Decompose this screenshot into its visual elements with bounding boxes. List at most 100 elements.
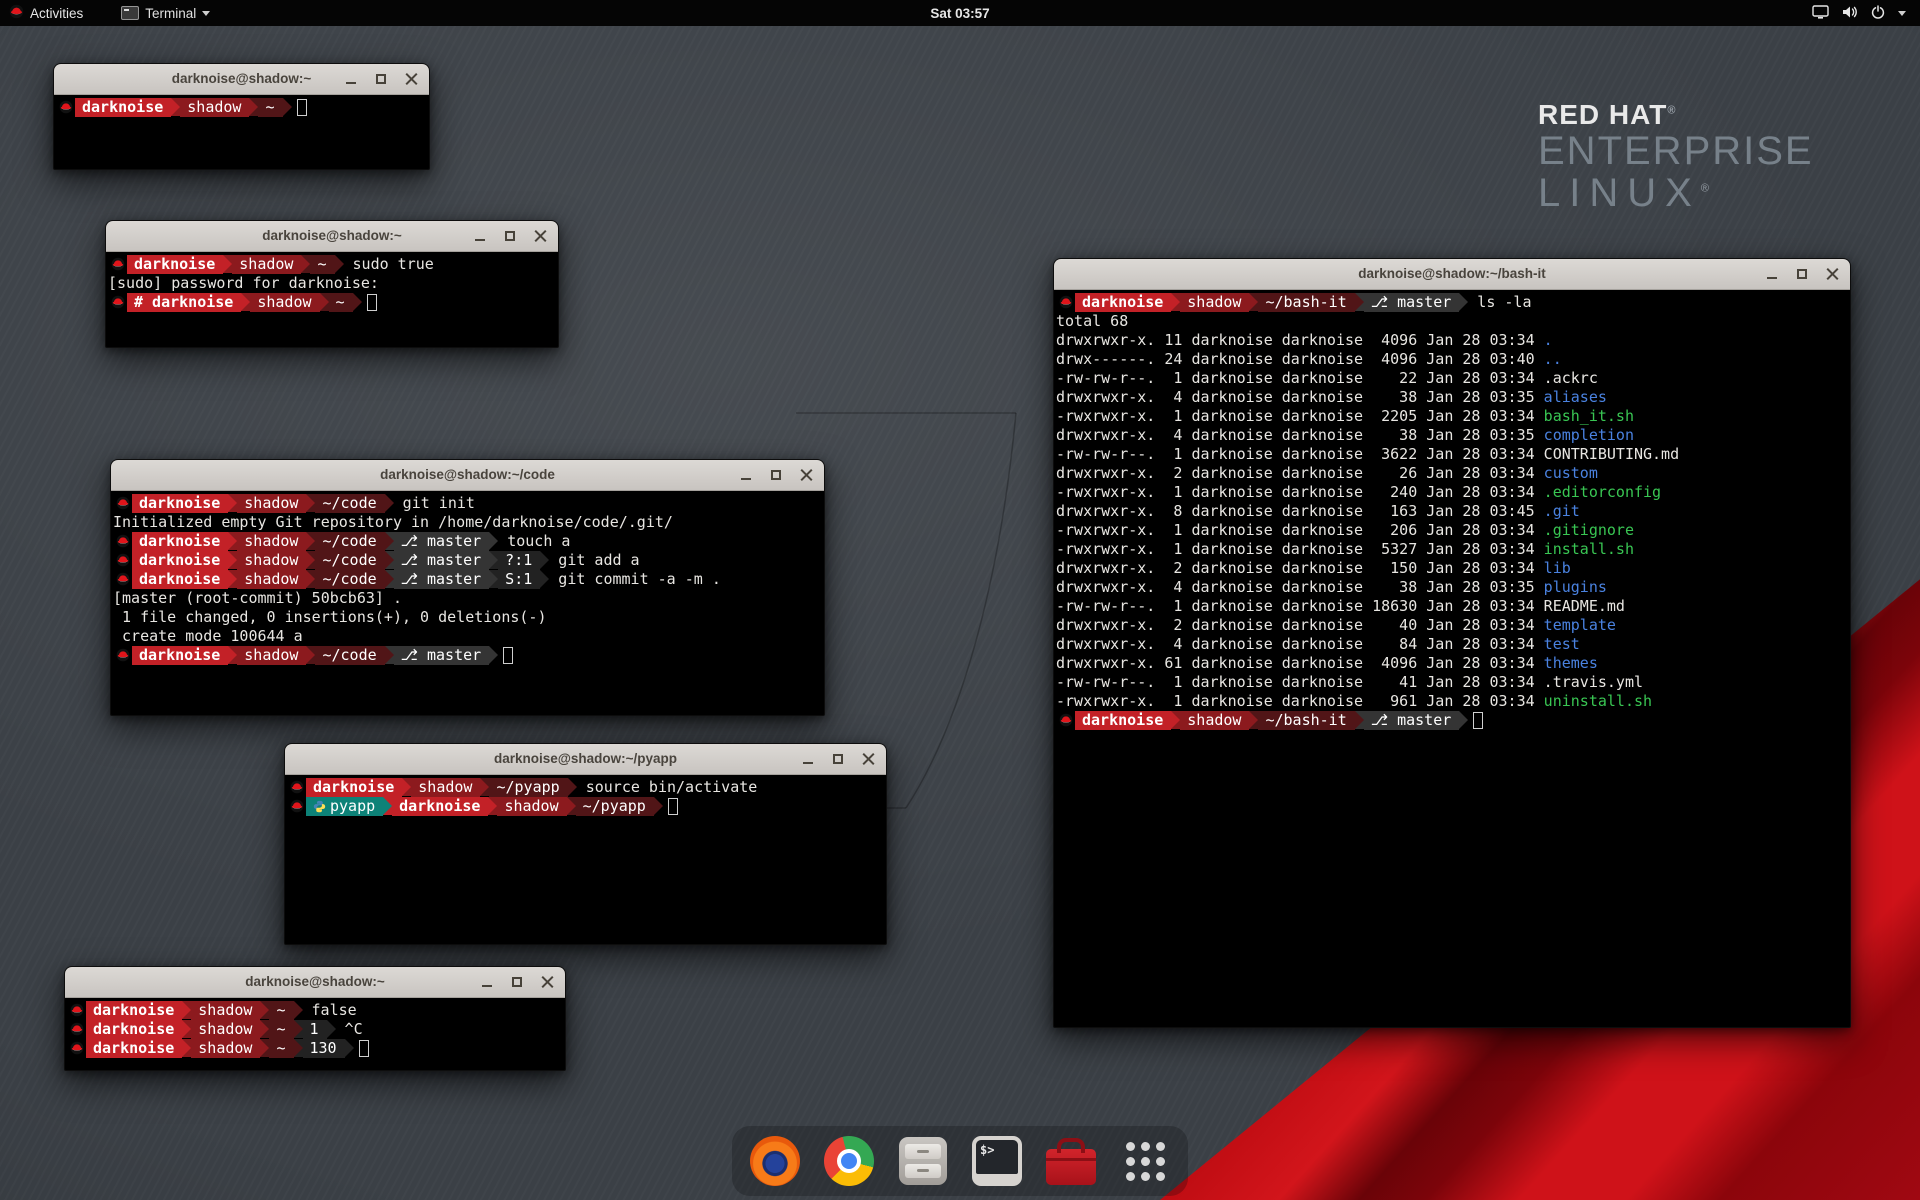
close-button[interactable] — [405, 73, 417, 85]
prompt-segment-host: shadow — [191, 1020, 260, 1039]
app-grid-icon — [1126, 1142, 1165, 1181]
close-button[interactable] — [800, 469, 812, 481]
output-text: -rwxrwxr-x. 1 darknoise darknoise 5327 J… — [1056, 540, 1544, 558]
system-menu[interactable] — [1798, 0, 1920, 26]
maximize-button[interactable] — [770, 469, 782, 481]
powerline-arrow-icon — [283, 98, 292, 116]
fedora-prompt-icon — [113, 570, 132, 589]
maximize-button[interactable] — [375, 73, 387, 85]
terminal-window-sudo[interactable]: darknoise@shadow:~ darknoiseshadow~ sudo… — [105, 220, 559, 348]
command-text: ^C — [336, 1020, 363, 1038]
prompt-segment-stat: S:1 — [498, 570, 540, 589]
titlebar[interactable]: darknoise@shadow:~ — [106, 221, 558, 252]
powerline-arrow-icon — [306, 570, 315, 588]
terminal-line: -rwxrwxr-x. 1 darknoise darknoise 961 Ja… — [1056, 692, 1848, 711]
output-text: Initialized empty Git repository in /hom… — [113, 513, 673, 531]
dock-item-firefox[interactable] — [748, 1134, 802, 1188]
terminal-screen[interactable]: darknoiseshadow~ — [54, 95, 429, 172]
close-button[interactable] — [862, 753, 874, 765]
terminal-line: -rwxrwxr-x. 1 darknoise darknoise 240 Ja… — [1056, 483, 1848, 502]
dock-item-files[interactable] — [896, 1134, 950, 1188]
terminal-screen[interactable]: darknoiseshadow~ falsedarknoiseshadow~1 … — [65, 998, 565, 1073]
prompt-segment-path: ~ — [269, 1020, 293, 1039]
powerline-arrow-icon — [385, 551, 394, 569]
minimize-button[interactable] — [345, 73, 357, 85]
close-button[interactable] — [541, 976, 553, 988]
output-text: uninstall.sh — [1544, 692, 1652, 710]
maximize-button[interactable] — [1796, 268, 1808, 280]
prompt-segment-host: shadow — [237, 646, 306, 665]
python-icon — [313, 799, 326, 818]
command-text: touch a — [498, 532, 570, 550]
clock[interactable]: Sat 03:57 — [930, 6, 989, 21]
text-cursor — [668, 798, 678, 815]
maximize-button[interactable] — [832, 753, 844, 765]
terminal-line: create mode 100644 a — [113, 627, 822, 646]
powerline-arrow-icon — [260, 1020, 269, 1038]
terminal-screen[interactable]: darknoiseshadow~/pyapp source bin/activa… — [285, 775, 886, 947]
output-text: custom — [1544, 464, 1598, 482]
prompt-segment-host: shadow — [191, 1039, 260, 1058]
output-text: .. — [1544, 350, 1562, 368]
close-button[interactable] — [534, 230, 546, 242]
output-text: themes — [1544, 654, 1598, 672]
titlebar[interactable]: darknoise@shadow:~/pyapp — [285, 744, 886, 775]
text-cursor — [297, 99, 307, 116]
dock-item-chrome[interactable] — [822, 1134, 876, 1188]
titlebar[interactable]: darknoise@shadow:~ — [65, 967, 565, 998]
titlebar[interactable]: darknoise@shadow:~/code — [111, 460, 824, 491]
powerline-arrow-icon — [1355, 293, 1364, 311]
powerline-arrow-icon — [182, 1020, 191, 1038]
prompt-segment-user: darknoise — [1075, 293, 1171, 312]
chrome-icon — [824, 1136, 874, 1186]
terminal-window-code[interactable]: darknoise@shadow:~/code darknoiseshadow~… — [110, 459, 825, 716]
minimize-button[interactable] — [740, 469, 752, 481]
text-cursor — [367, 294, 377, 311]
powerline-arrow-icon — [301, 255, 310, 273]
powerline-arrow-icon — [654, 797, 663, 815]
terminal-window-home-1[interactable]: darknoise@shadow:~ darknoiseshadow~ — [53, 63, 430, 170]
minimize-button[interactable] — [474, 230, 486, 242]
terminal-window-home-2[interactable]: darknoise@shadow:~ darknoiseshadow~ fals… — [64, 966, 566, 1071]
terminal-line: drwxrwxr-x. 2 darknoise darknoise 26 Jan… — [1056, 464, 1848, 483]
prompt-segment-stat: ?:1 — [498, 551, 540, 570]
terminal-line: darknoiseshadow~/code⎇ master — [113, 646, 822, 665]
fedora-prompt-icon — [67, 1001, 86, 1020]
prompt-segment-path: ~/bash-it — [1258, 711, 1354, 730]
maximize-button[interactable] — [511, 976, 523, 988]
output-text: install.sh — [1544, 540, 1634, 558]
titlebar[interactable]: darknoise@shadow:~/bash-it — [1054, 259, 1850, 290]
output-text: template — [1544, 616, 1616, 634]
terminal-window-bash-it[interactable]: darknoise@shadow:~/bash-it darknoise shad… — [1053, 258, 1851, 1028]
terminal-line: darknoiseshadow~ false — [67, 1001, 563, 1020]
fedora-prompt-icon — [287, 797, 306, 816]
output-text: drwxrwxr-x. 4 darknoise darknoise 84 Jan… — [1056, 635, 1544, 653]
terminal-window-pyapp[interactable]: darknoise@shadow:~/pyapp darknoiseshadow… — [284, 743, 887, 945]
brand-red-hat: RED HAT® — [1538, 100, 1814, 130]
titlebar[interactable]: darknoise@shadow:~ — [54, 64, 429, 95]
powerline-arrow-icon — [327, 1020, 336, 1038]
prompt-segment-path: ~/bash-it — [1258, 293, 1354, 312]
prompt-segment-user: darknoise — [132, 646, 228, 665]
prompt-segment-path: ~ — [258, 98, 282, 117]
activities-button[interactable]: Activities — [0, 0, 92, 26]
prompt-segment-host: shadow — [191, 1001, 260, 1020]
prompt-segment-host: shadow — [1180, 293, 1249, 312]
terminal-screen[interactable]: darknoiseshadow~/code git initInitialize… — [111, 491, 824, 718]
minimize-button[interactable] — [1766, 268, 1778, 280]
close-button[interactable] — [1826, 268, 1838, 280]
minimize-button[interactable] — [802, 753, 814, 765]
terminal-screen[interactable]: darknoiseshadow~/bash-it⎇ master ls -lat… — [1054, 290, 1850, 1030]
powerline-arrow-icon — [228, 494, 237, 512]
minimize-button[interactable] — [481, 976, 493, 988]
terminal-line: drwxrwxr-x. 2 darknoise darknoise 40 Jan… — [1056, 616, 1848, 635]
command-text: false — [303, 1001, 357, 1019]
dock-item-terminal[interactable]: $> — [970, 1134, 1024, 1188]
dock-item-app-grid[interactable] — [1118, 1134, 1172, 1188]
maximize-button[interactable] — [504, 230, 516, 242]
app-menu-terminal[interactable]: Terminal — [112, 0, 219, 26]
dock-item-software[interactable] — [1044, 1134, 1098, 1188]
terminal-screen[interactable]: darknoiseshadow~ sudo true[sudo] passwor… — [106, 252, 558, 350]
toolbox-icon — [1046, 1149, 1096, 1185]
prompt-segment-host: shadow — [411, 778, 480, 797]
